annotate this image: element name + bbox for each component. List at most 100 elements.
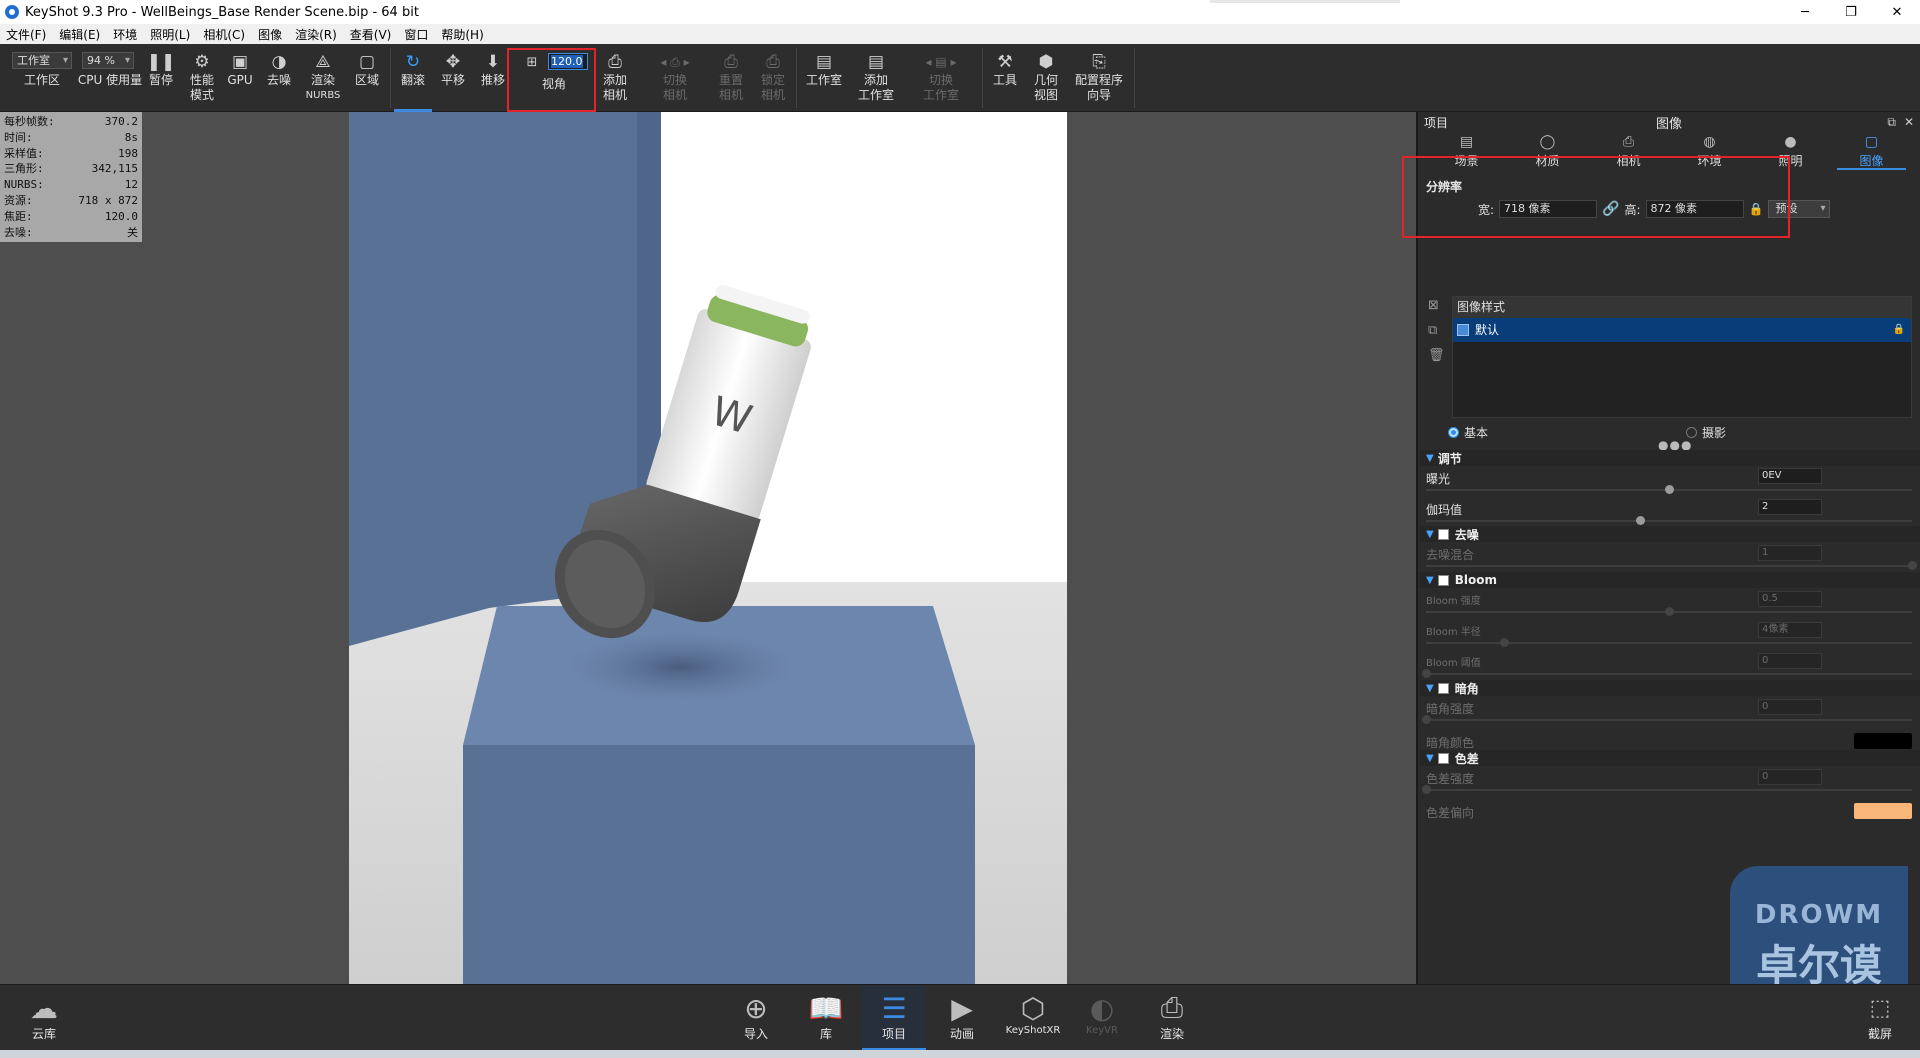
library-icon: 📖	[808, 991, 844, 1025]
vignette-group-header[interactable]: ▼ 暗角	[1420, 680, 1920, 696]
switch-studio-button[interactable]: ◂ ▤ ▸ 切换 工作室	[914, 44, 968, 112]
keyvr-button[interactable]: ◐ KeyVR	[1070, 985, 1134, 1051]
configurator-wizard-button[interactable]: ⎘ 配置程序 向导	[1074, 44, 1124, 112]
chromatic-offset-swatch[interactable]	[1854, 803, 1912, 819]
slider-knob[interactable]	[1908, 561, 1917, 570]
bloom-threshold-input[interactable]: 0	[1758, 653, 1822, 669]
exposure-slider[interactable]	[1426, 485, 1912, 494]
menu-render[interactable]: 渲染(R)	[295, 26, 337, 43]
slider-knob[interactable]	[1665, 607, 1674, 616]
chromatic-strength-slider[interactable]	[1422, 785, 1912, 794]
denoise-blend-slider[interactable]	[1426, 561, 1917, 570]
menu-lighting[interactable]: 照明(L)	[150, 26, 190, 43]
image-style-default[interactable]: 默认 🔒	[1453, 318, 1911, 342]
pan-button[interactable]: ✥ 平移	[438, 44, 468, 112]
lock-camera-button[interactable]: ⎙ 锁定 相机	[758, 44, 788, 112]
tools-button[interactable]: ⚒ 工具	[990, 44, 1020, 112]
menu-image[interactable]: 图像	[258, 26, 282, 43]
panel-close-icon[interactable]: ✕	[1904, 115, 1914, 130]
bloom-radius-slider[interactable]	[1426, 638, 1912, 647]
bloom-checkbox[interactable]	[1437, 574, 1449, 586]
chevron-down-icon: ▼	[1426, 528, 1434, 540]
bloom-radius-input[interactable]: 4像素	[1758, 622, 1822, 638]
delete-style-icon[interactable]: 🗑	[1428, 348, 1445, 363]
gamma-input[interactable]: 2	[1758, 499, 1822, 515]
chromatic-strength-input[interactable]: 0	[1758, 769, 1822, 785]
chromatic-aberration-group-header[interactable]: ▼ 色差	[1420, 750, 1920, 766]
import-button[interactable]: ⊕ 导入	[724, 985, 788, 1051]
slider-knob[interactable]	[1422, 785, 1431, 794]
minimize-button[interactable]: ─	[1782, 0, 1828, 24]
denoise-blend-input[interactable]: 1	[1758, 545, 1822, 561]
denoise-checkbox[interactable]	[1437, 528, 1449, 540]
render-button[interactable]: ⎙ 渲染	[1140, 985, 1204, 1051]
bloom-threshold-slider[interactable]	[1422, 669, 1912, 678]
add-camera-icon: ⎙	[608, 52, 622, 72]
bloom-strength-input[interactable]: 0.5	[1758, 591, 1822, 607]
library-button[interactable]: 📖 库	[794, 985, 858, 1051]
denoise-icon: ◑	[271, 52, 287, 72]
add-camera-button[interactable]: ⎙ 添加 相机	[600, 44, 630, 112]
slider-knob[interactable]	[1422, 715, 1431, 724]
tumble-button[interactable]: ↻ 翻滚	[394, 44, 432, 112]
menu-camera[interactable]: 相机(C)	[203, 26, 245, 43]
stat-value: 370.2	[104, 115, 138, 128]
menu-file[interactable]: 文件(F)	[6, 26, 46, 43]
dolly-button[interactable]: ⬇ 推移	[478, 44, 508, 112]
animation-button[interactable]: ▶ 动画	[930, 985, 994, 1051]
vignette-strength-slider[interactable]	[1422, 715, 1912, 724]
chromatic-aberration-checkbox[interactable]	[1437, 752, 1449, 764]
add-studio-button[interactable]: ▤ 添加 工作室	[856, 44, 896, 112]
render-image[interactable]: W	[349, 112, 1067, 984]
render-nurbs-button[interactable]: ⟁ 渲染 NURBS	[304, 44, 342, 112]
slider-knob[interactable]	[1665, 485, 1674, 494]
maximize-button[interactable]: ❐	[1828, 0, 1874, 24]
fov-highlight-box	[507, 48, 596, 112]
stat-value: 12	[124, 178, 138, 192]
project-button[interactable]: ☰ 项目	[862, 985, 926, 1051]
cpu-usage-button[interactable]: CPU 使用量	[76, 44, 144, 112]
exposure-input[interactable]: 0EV	[1758, 468, 1822, 484]
menu-edit[interactable]: 编辑(E)	[59, 26, 100, 43]
vignette-color-swatch[interactable]	[1854, 733, 1912, 749]
studio-button[interactable]: ▤ 工作室	[804, 44, 844, 112]
bloom-group-header[interactable]: ▼ Bloom	[1420, 572, 1920, 588]
slider-knob[interactable]	[1635, 516, 1645, 525]
vignette-strength-input[interactable]: 0	[1758, 699, 1822, 715]
slider-knob[interactable]	[1422, 669, 1431, 678]
switch-camera-button[interactable]: ◂ ⎙ ▸ 切换 相机	[650, 44, 700, 112]
tab-image[interactable]: ▢ 图像	[1831, 134, 1912, 170]
cloud-library-button[interactable]: ☁ 云库	[12, 985, 76, 1051]
vignette-checkbox[interactable]	[1437, 682, 1449, 694]
render-viewport[interactable]: W 每秒帧数: 370.2 时间: 8s 采样值: 198 三角形: 342,115 N…	[0, 112, 1416, 984]
gamma-slider[interactable]	[1426, 516, 1912, 525]
gpu-button[interactable]: ▣ GPU	[226, 44, 254, 112]
chevron-down-icon: ▼	[1426, 574, 1434, 586]
slider-knob[interactable]	[1499, 638, 1509, 647]
image-style-list[interactable]: 图像样式 默认 🔒	[1452, 296, 1912, 418]
add-camera-label-2: 相机	[602, 88, 627, 102]
switch-studio-icon: ◂ ▤ ▸	[925, 55, 957, 69]
keyshotxr-button[interactable]: ⬡ KeyShotXR	[1000, 985, 1066, 1051]
duplicate-style-icon[interactable]: ⧉	[1428, 323, 1445, 338]
menu-help[interactable]: 帮助(H)	[441, 26, 483, 43]
mode-basic-radio[interactable]: 基本	[1448, 424, 1488, 441]
region-button[interactable]: ▢ 区域	[352, 44, 382, 112]
adjust-group-header[interactable]: ▼ 调节	[1420, 450, 1920, 466]
menu-window[interactable]: 窗口	[404, 26, 428, 43]
screenshot-button[interactable]: ⬚ 截屏	[1848, 985, 1912, 1051]
menu-view[interactable]: 查看(V)	[350, 26, 392, 43]
bloom-strength-slider[interactable]	[1426, 607, 1912, 616]
menu-environment[interactable]: 环境	[113, 26, 137, 43]
close-button[interactable]: ✕	[1874, 0, 1920, 24]
workspace-button[interactable]: 工作区	[18, 44, 66, 112]
pause-button[interactable]: ❚❚ 暂停	[146, 44, 176, 112]
denoise-group-header[interactable]: ▼ 去噪	[1420, 526, 1920, 542]
denoise-button[interactable]: ◑ 去噪	[264, 44, 294, 112]
reset-camera-button[interactable]: ⎙ 重置 相机	[716, 44, 746, 112]
geometry-view-button[interactable]: ⬢ 几何 视图	[1030, 44, 1062, 112]
add-style-icon[interactable]: ⊠	[1428, 298, 1445, 313]
geometry-view-icon: ⬢	[1038, 52, 1054, 72]
undock-icon[interactable]: ⧉	[1887, 115, 1896, 130]
performance-mode-button[interactable]: ⚙ 性能 模式	[186, 44, 218, 112]
